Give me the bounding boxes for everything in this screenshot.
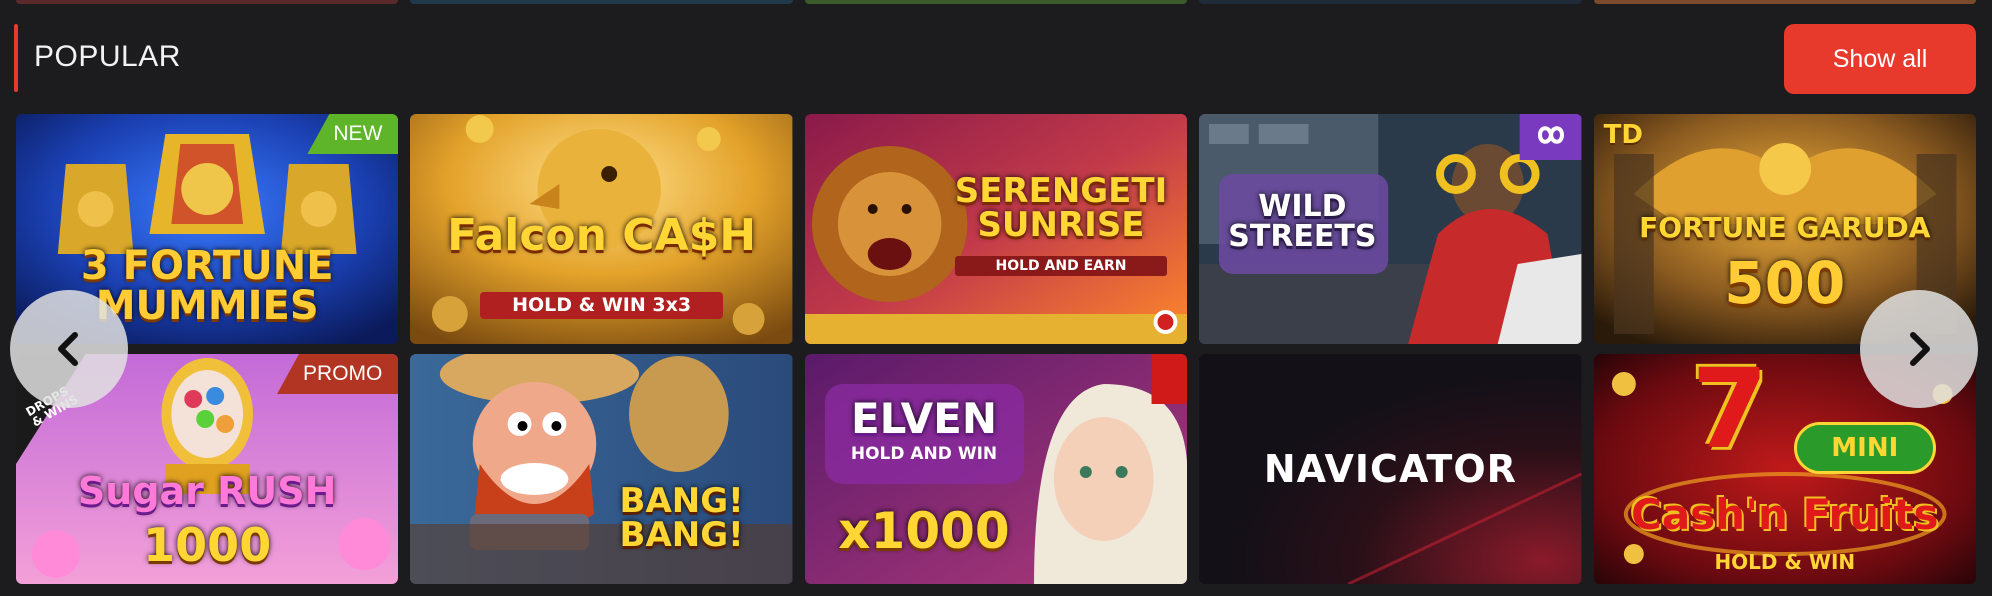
chevron-right-icon	[1910, 332, 1930, 366]
section-accent-bar	[14, 24, 18, 92]
seven-symbol: 7	[1691, 354, 1769, 473]
game-title-line: Falcon CA$H	[447, 210, 757, 261]
game-title-line: WILD	[1258, 189, 1347, 224]
game-title-line: BANG!	[619, 481, 744, 521]
game-title-line: NAVICATOR	[1263, 447, 1517, 491]
game-tile-wild-streets[interactable]: WILD STREETS	[1199, 114, 1582, 344]
game-title-line: HOLD & WIN 3x3	[512, 294, 692, 316]
game-tile-falcon-cash[interactable]: Falcon CA$H HOLD & WIN 3x3	[410, 114, 793, 344]
carousel-next-button[interactable]	[1860, 290, 1978, 408]
infinity-icon	[1528, 120, 1574, 150]
chevron-left-icon	[58, 332, 78, 366]
previous-row-strip	[16, 0, 1977, 4]
carousel-prev-button[interactable]	[10, 290, 128, 408]
game-tile-bang-bang[interactable]: BANG! BANG!	[410, 354, 793, 584]
game-title-line: SERENGETI	[954, 171, 1168, 211]
game-title-line: HOLD AND EARN	[995, 258, 1127, 274]
game-title-line: 1000	[143, 518, 272, 572]
game-title-line: ELVEN	[850, 394, 997, 443]
game-title-line: Sugar RUSH	[77, 469, 337, 513]
provider-logo: TD	[1603, 120, 1643, 150]
game-title-line: x1000	[838, 502, 1010, 560]
game-title-line: HOLD AND WIN	[850, 444, 998, 464]
game-tile-elven-hold-and-win[interactable]: ELVEN HOLD AND WIN x1000	[804, 354, 1188, 584]
game-title-line: FORTUNE GARUDA	[1639, 211, 1931, 244]
game-title-line: 3 FORTUNE	[80, 243, 334, 289]
game-tile-navicator[interactable]: NAVICATOR	[1199, 354, 1582, 584]
section-header: POPULAR Show all	[0, 22, 1992, 94]
game-title-line: Cash'n Fruits	[1631, 490, 1939, 539]
game-title-line: HOLD & WIN	[1714, 550, 1856, 574]
show-all-button[interactable]: Show all	[1784, 24, 1976, 94]
game-title-line: MINI	[1831, 433, 1899, 463]
games-grid: 3 FORTUNE MUMMIES NEW Falcon CA$H HOLD &…	[16, 114, 1976, 584]
game-title-line: SUNRISE	[977, 205, 1145, 245]
game-tile-serengeti-sunrise[interactable]: SERENGETI SUNRISE HOLD AND EARN	[804, 114, 1188, 344]
game-title-line: BANG!	[619, 515, 744, 555]
section-title: POPULAR	[34, 40, 181, 73]
game-title-line: STREETS	[1228, 219, 1377, 254]
